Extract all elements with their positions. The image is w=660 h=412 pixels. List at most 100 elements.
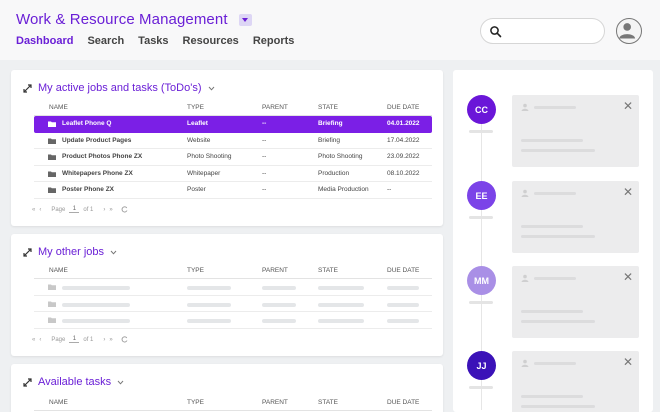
expand-icon[interactable]: [23, 377, 32, 387]
table-row[interactable]: Product Photos Phone ZX Photo Shooting -- P…: [34, 149, 432, 166]
table-row[interactable]: Update Product Pages Website -- Briefing 17.…: [34, 133, 432, 149]
cell-due-date: 23.09.2022: [387, 153, 420, 160]
cell-state: Briefing: [318, 120, 343, 127]
refresh-icon[interactable]: [121, 336, 128, 343]
panel-title[interactable]: My active jobs and tasks (ToDo's): [38, 82, 202, 94]
table-row[interactable]: Leaflet Phone Q Leaflet -- Briefing 04.01.20…: [34, 116, 432, 133]
folder-icon: [48, 138, 56, 144]
search-icon: [490, 26, 502, 38]
last-page-button[interactable]: »: [109, 337, 112, 343]
chevron-down-icon[interactable]: [208, 86, 215, 91]
app-header: Work & Resource Management Dashboard Sea…: [0, 0, 660, 60]
activity-card[interactable]: ✕: [512, 351, 639, 412]
panel-title[interactable]: Available tasks: [38, 376, 111, 388]
col-header-name[interactable]: NAME: [49, 263, 68, 279]
placeholder-bar: [534, 362, 576, 365]
first-page-button[interactable]: «: [32, 207, 35, 213]
col-header-state[interactable]: STATE: [318, 395, 338, 411]
nav-resources[interactable]: Resources: [183, 35, 239, 47]
activity-card[interactable]: ✕: [512, 266, 639, 338]
close-icon[interactable]: ✕: [623, 356, 633, 368]
cell-due-date: --: [387, 186, 392, 193]
panel-title[interactable]: My other jobs: [38, 246, 104, 258]
user-icon: [521, 189, 529, 197]
pagination: « ‹ Page 1 of 1 › »: [32, 336, 128, 343]
close-icon[interactable]: ✕: [623, 271, 633, 283]
user-initials-avatar[interactable]: JJ: [467, 351, 496, 380]
activity-card[interactable]: ✕: [512, 181, 639, 253]
user-initials-avatar[interactable]: CC: [467, 95, 496, 124]
col-header-type[interactable]: TYPE: [187, 100, 204, 116]
placeholder-row: [34, 279, 432, 296]
panel-header: My active jobs and tasks (ToDo's): [23, 82, 215, 94]
next-page-button[interactable]: ›: [103, 207, 105, 213]
col-header-state[interactable]: STATE: [318, 263, 338, 279]
panel-header: Available tasks: [23, 376, 124, 388]
col-header-due-date[interactable]: DUE DATE: [387, 395, 419, 411]
page-label: Page: [51, 336, 66, 343]
placeholder-bar: [387, 302, 419, 307]
user-icon: [521, 103, 529, 111]
active-jobs-table: NAME TYPE PARENT STATE DUE DATE Leaflet …: [34, 100, 432, 199]
col-header-parent[interactable]: PARENT: [262, 395, 288, 411]
next-page-button[interactable]: ›: [103, 337, 105, 343]
cell-due-date: 17.04.2022: [387, 136, 420, 144]
col-header-type[interactable]: TYPE: [187, 395, 204, 411]
col-header-name[interactable]: NAME: [49, 100, 68, 116]
activity-card[interactable]: ✕: [512, 95, 639, 167]
close-icon[interactable]: ✕: [623, 100, 633, 112]
placeholder-bar: [62, 319, 130, 323]
search-input[interactable]: [480, 18, 605, 44]
nav-search[interactable]: Search: [87, 35, 124, 47]
col-header-type[interactable]: TYPE: [187, 263, 204, 279]
col-header-due-date[interactable]: DUE DATE: [387, 100, 419, 116]
prev-page-button[interactable]: ‹: [39, 337, 41, 343]
page-count: of 1: [83, 206, 94, 213]
nav-tasks[interactable]: Tasks: [138, 35, 168, 47]
placeholder-bar: [534, 277, 576, 280]
nav-reports[interactable]: Reports: [253, 35, 295, 47]
col-header-state[interactable]: STATE: [318, 100, 338, 116]
other-jobs-table: NAME TYPE PARENT STATE DUE DATE: [34, 263, 432, 329]
prev-page-button[interactable]: ‹: [39, 207, 41, 213]
chevron-down-icon[interactable]: [110, 250, 117, 255]
cell-state: Briefing: [318, 136, 341, 144]
col-header-name[interactable]: NAME: [49, 395, 68, 411]
placeholder-bar: [387, 319, 419, 323]
refresh-icon[interactable]: [121, 206, 128, 213]
placeholder-bar: [521, 320, 595, 323]
cell-parent: --: [262, 120, 267, 127]
expand-icon[interactable]: [23, 247, 32, 257]
placeholder-bar: [534, 106, 576, 109]
cell-type: Website: [187, 136, 211, 144]
close-icon[interactable]: ✕: [623, 186, 633, 198]
other-jobs-panel: My other jobs NAME TYPE PARENT STATE DUE…: [11, 234, 443, 356]
folder-icon: [48, 121, 56, 127]
placeholder-row: [34, 296, 432, 312]
col-header-parent[interactable]: PARENT: [262, 100, 288, 116]
page-number-input[interactable]: 1: [69, 206, 80, 213]
placeholder-bar: [521, 139, 583, 142]
user-initials-avatar[interactable]: EE: [467, 181, 496, 210]
first-page-button[interactable]: «: [32, 337, 35, 343]
chevron-down-icon[interactable]: [117, 380, 124, 385]
page-number-input[interactable]: 1: [69, 336, 80, 343]
user-initials-avatar[interactable]: MM: [467, 266, 496, 295]
expand-icon[interactable]: [23, 83, 32, 93]
folder-icon: [48, 154, 56, 160]
table-row[interactable]: Whitepapers Phone ZX Whitepaper -- Producti…: [34, 166, 432, 182]
last-page-button[interactable]: »: [109, 207, 112, 213]
user-avatar-icon[interactable]: [616, 18, 642, 44]
placeholder-bar: [262, 319, 296, 323]
cell-parent: --: [262, 136, 267, 144]
app-menu-dropdown-icon[interactable]: [239, 14, 252, 26]
nav-dashboard[interactable]: Dashboard: [16, 35, 73, 47]
placeholder-bar: [262, 302, 296, 307]
user-icon: [521, 274, 529, 282]
col-header-parent[interactable]: PARENT: [262, 263, 288, 279]
col-header-due-date[interactable]: DUE DATE: [387, 263, 419, 279]
table-row[interactable]: Poster Phone ZX Poster -- Media Production -…: [34, 182, 432, 199]
page-label: Page: [51, 206, 66, 213]
placeholder-bar: [318, 302, 364, 307]
placeholder-bar: [318, 319, 364, 323]
